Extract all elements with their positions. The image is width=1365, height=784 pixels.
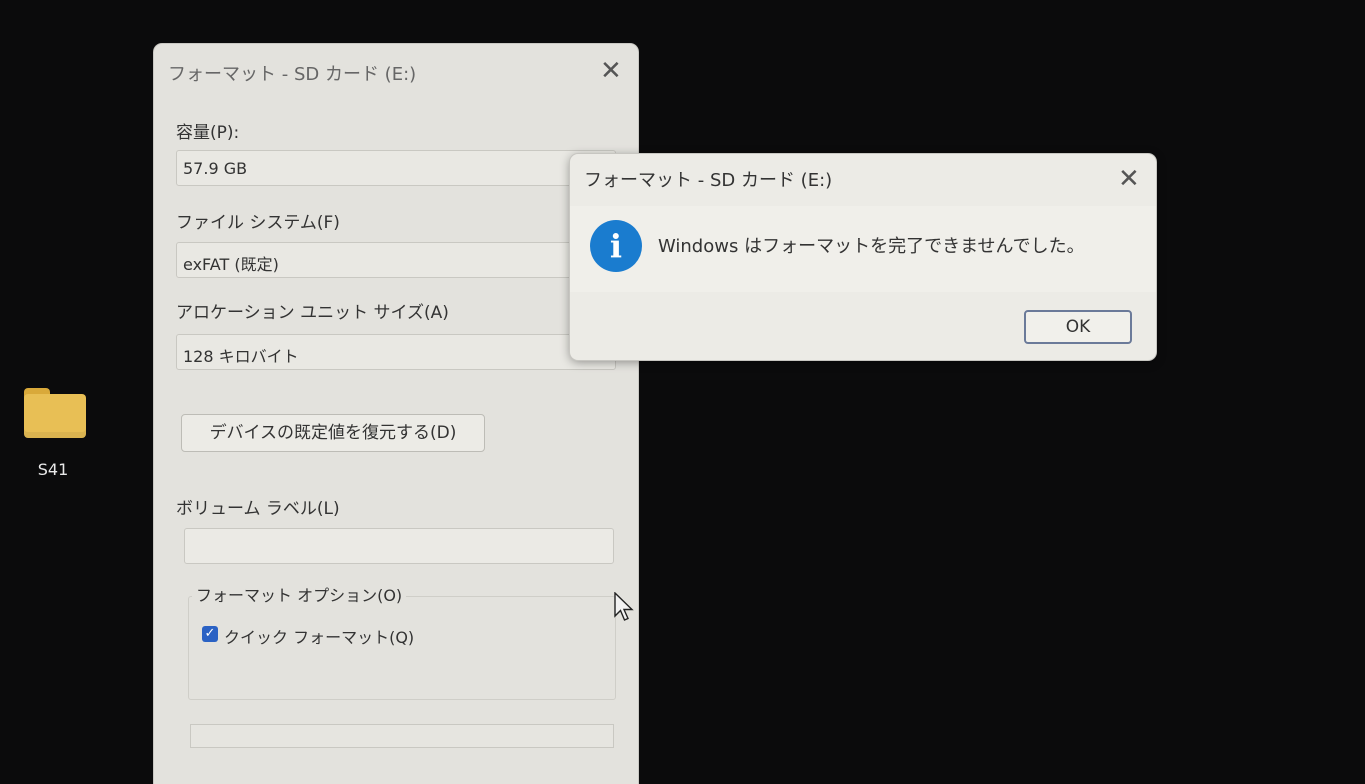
allocation-size-select[interactable]: 128 キロバイト bbox=[176, 334, 616, 370]
format-window-title: フォーマット - SD カード (E:) bbox=[168, 64, 417, 85]
mouse-cursor-icon bbox=[614, 592, 634, 621]
message-dialog-title: フォーマット - SD カード (E:) bbox=[584, 170, 833, 191]
folder-icon bbox=[20, 384, 86, 442]
volume-label-input[interactable] bbox=[184, 528, 614, 564]
format-options-title: フォーマット オプション(O) bbox=[192, 582, 407, 606]
restore-defaults-button[interactable]: デバイスの既定値を復元する(D) bbox=[181, 414, 485, 452]
format-progress-bar bbox=[190, 724, 614, 748]
close-icon[interactable]: ✕ bbox=[1118, 166, 1140, 192]
ok-button[interactable]: OK bbox=[1024, 310, 1132, 344]
allocation-size-label: アロケーション ユニット サイズ(A) bbox=[176, 303, 449, 323]
volume-label-label: ボリューム ラベル(L) bbox=[176, 499, 340, 519]
format-options-group bbox=[188, 596, 616, 700]
format-error-dialog: フォーマット - SD カード (E:) ✕ i Windows はフォーマット… bbox=[570, 154, 1156, 360]
desktop-folder-label: S41 bbox=[37, 460, 69, 479]
quick-format-label[interactable]: クイック フォーマット(Q) bbox=[224, 624, 414, 648]
format-window: フォーマット - SD カード (E:) ✕ 容量(P): 57.9 GB ファ… bbox=[154, 44, 638, 784]
capacity-label: 容量(P): bbox=[176, 123, 240, 143]
checkbox-checked-icon[interactable]: ✓ bbox=[202, 626, 218, 642]
message-text: Windows はフォーマットを完了できませんでした。 bbox=[658, 236, 1085, 257]
filesystem-label: ファイル システム(F) bbox=[176, 213, 340, 233]
close-icon[interactable]: ✕ bbox=[600, 58, 622, 84]
info-icon: i bbox=[590, 220, 642, 272]
capacity-select[interactable]: 57.9 GB bbox=[176, 150, 616, 186]
filesystem-select[interactable]: exFAT (既定) bbox=[176, 242, 616, 278]
desktop-folder-s41[interactable]: S41 bbox=[14, 384, 92, 479]
